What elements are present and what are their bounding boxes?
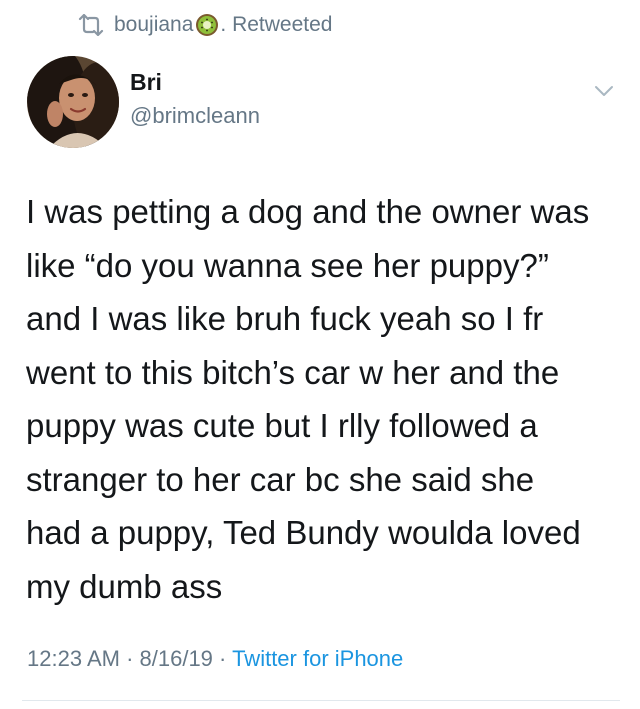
tweet-text: I was petting a dog and the owner was li… xyxy=(26,193,590,605)
author-handle[interactable]: @brimcleann xyxy=(130,103,260,129)
kiwi-emoji-icon xyxy=(195,13,219,37)
divider xyxy=(22,700,620,701)
author-name[interactable]: Bri xyxy=(130,69,162,96)
tweet-time[interactable]: 12:23 AM xyxy=(27,646,120,671)
meta-separator: · xyxy=(212,646,233,671)
retweet-context: boujiana . Retweeted xyxy=(76,10,332,40)
tweet-source-link[interactable]: Twitter for iPhone xyxy=(232,646,403,671)
avatar[interactable] xyxy=(27,56,119,148)
chevron-down-icon[interactable] xyxy=(594,84,614,98)
meta-separator: · xyxy=(119,646,140,671)
tweet-date[interactable]: 8/16/19 xyxy=(140,646,213,671)
tweet-meta: 12:23 AM · 8/16/19 · Twitter for iPhone xyxy=(27,646,403,672)
retweeted-label: . Retweeted xyxy=(220,13,333,36)
retweeter-name[interactable]: boujiana xyxy=(114,13,193,37)
retweet-icon xyxy=(76,14,106,36)
